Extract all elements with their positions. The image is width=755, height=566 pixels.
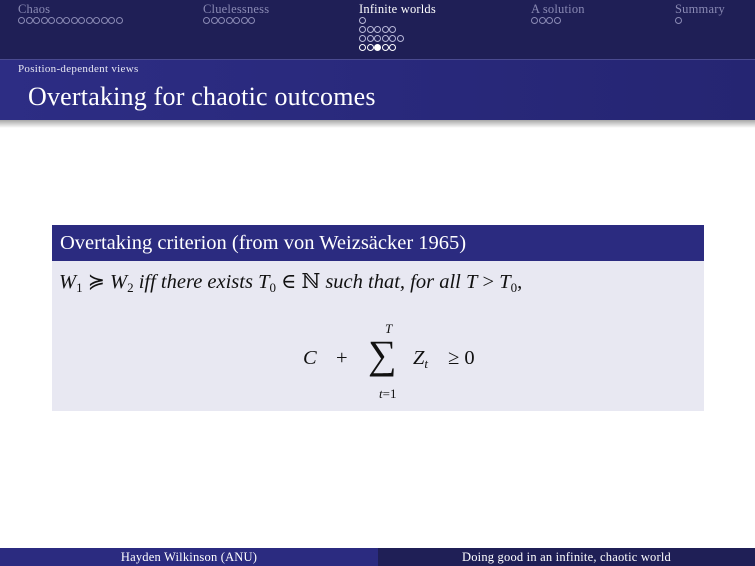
display-formula: C + T ∑ t=1 Zt ≥ 0 bbox=[303, 317, 503, 407]
t0: T bbox=[499, 271, 511, 293]
slide-dot-icon[interactable] bbox=[359, 17, 366, 24]
slide-dot-icon[interactable] bbox=[100, 17, 108, 24]
statement-text: such that, for all bbox=[320, 271, 466, 293]
nav-section-title[interactable]: A solution bbox=[531, 2, 585, 16]
slide-dot-icon[interactable] bbox=[389, 35, 396, 42]
slide-dot-icon[interactable] bbox=[389, 26, 396, 33]
slide-dot-icon[interactable] bbox=[18, 17, 25, 24]
slide-dot-icon[interactable] bbox=[389, 44, 396, 51]
formula-z: Zt bbox=[413, 347, 428, 370]
nav-section-title[interactable]: Infinite worlds bbox=[359, 2, 436, 16]
slide-dot-icon[interactable] bbox=[248, 17, 255, 24]
definition-block: Overtaking criterion (from von Weizsäcke… bbox=[52, 225, 704, 411]
slide-dot-icon[interactable] bbox=[359, 35, 366, 42]
nav-section-chaos[interactable]: Chaos bbox=[18, 2, 123, 25]
nav-dots-row bbox=[18, 16, 123, 25]
slide-dot-icon[interactable] bbox=[115, 17, 123, 24]
block-title: Overtaking criterion (from von Weizsäcke… bbox=[52, 225, 704, 261]
w2: W bbox=[110, 271, 128, 293]
nav-dots-row bbox=[359, 34, 436, 43]
frame-title: Overtaking for chaotic outcomes bbox=[28, 82, 376, 111]
frame-title-bar: Position-dependent views Overtaking for … bbox=[0, 60, 755, 120]
naturals-symbol: ℕ bbox=[301, 271, 321, 293]
slide-dot-icon[interactable] bbox=[108, 17, 115, 24]
slide-dot-icon[interactable] bbox=[55, 17, 63, 24]
comma: , bbox=[517, 271, 523, 293]
slide-dot-icon[interactable] bbox=[675, 17, 682, 24]
criterion-statement: W1 ≽ W2 iff there exists T0 ∈ ℕ such tha… bbox=[59, 269, 522, 294]
nav-dots-row bbox=[359, 43, 436, 52]
slide-dot-icon[interactable] bbox=[48, 17, 55, 24]
slide-dot-icon[interactable] bbox=[85, 17, 93, 24]
slide-dot-icon[interactable] bbox=[203, 17, 210, 24]
slide-dot-icon[interactable] bbox=[374, 35, 381, 42]
slide-dot-icon[interactable] bbox=[531, 17, 538, 24]
slide-dot-icon[interactable] bbox=[33, 17, 40, 24]
slide-dot-icon[interactable] bbox=[233, 17, 240, 24]
slide-dot-icon[interactable] bbox=[381, 35, 389, 42]
slide-dot-icon[interactable] bbox=[396, 35, 404, 42]
slide-dot-icon[interactable] bbox=[25, 17, 33, 24]
slide-dot-icon[interactable] bbox=[553, 17, 561, 24]
formula-plus: + bbox=[336, 347, 348, 369]
nav-section-title[interactable]: Cluelessness bbox=[203, 2, 269, 16]
section-navigation-bar: Chaos Cluelessness Infinite worlds A sol… bbox=[0, 0, 755, 60]
nav-dots-row bbox=[203, 16, 269, 25]
slide-dot-icon[interactable] bbox=[78, 17, 85, 24]
slide-dot-icon[interactable] bbox=[359, 26, 366, 33]
slide-dot-icon[interactable] bbox=[366, 35, 374, 42]
slide-dot-icon[interactable] bbox=[70, 17, 78, 24]
slide-dot-icon[interactable] bbox=[93, 17, 100, 24]
title-shadow bbox=[0, 120, 755, 128]
summation-symbol: ∑ bbox=[368, 332, 397, 377]
formula-c: C bbox=[303, 347, 317, 369]
current-slide-dot-icon[interactable] bbox=[374, 44, 381, 51]
slide-dot-icon[interactable] bbox=[366, 26, 374, 33]
lower-rest: =1 bbox=[382, 386, 397, 401]
t0: T bbox=[258, 271, 270, 293]
t-var: T bbox=[465, 271, 478, 293]
nav-dots-row bbox=[531, 16, 585, 25]
nav-section-title[interactable]: Chaos bbox=[18, 2, 123, 16]
nav-section-a-solution[interactable]: A solution bbox=[531, 2, 585, 25]
slide-dot-icon[interactable] bbox=[240, 17, 248, 24]
nav-dots-row bbox=[359, 25, 436, 34]
slide-dot-icon[interactable] bbox=[225, 17, 233, 24]
slide-dot-icon[interactable] bbox=[40, 17, 48, 24]
slide-dot-icon[interactable] bbox=[538, 17, 546, 24]
slide-dot-icon[interactable] bbox=[381, 44, 389, 51]
nav-section-infinite-worlds[interactable]: Infinite worlds bbox=[359, 2, 436, 52]
w1: W bbox=[59, 271, 77, 293]
footer-talk-title: Doing good in an infinite, chaotic world bbox=[378, 548, 755, 566]
greater-than: > bbox=[477, 271, 500, 293]
slide-dot-icon[interactable] bbox=[374, 26, 381, 33]
block-body: W1 ≽ W2 iff there exists T0 ∈ ℕ such tha… bbox=[52, 261, 704, 411]
footer-author: Hayden Wilkinson (ANU) bbox=[0, 548, 378, 566]
statement-text: iff there exists bbox=[133, 271, 259, 293]
nav-dots-row bbox=[359, 16, 436, 25]
z-var: Z bbox=[413, 347, 425, 369]
element-of: ∈ bbox=[276, 271, 302, 293]
nav-section-summary[interactable]: Summary bbox=[675, 2, 725, 25]
slide-dot-icon[interactable] bbox=[359, 44, 366, 51]
nav-section-cluelessness[interactable]: Cluelessness bbox=[203, 2, 269, 25]
slide-dot-icon[interactable] bbox=[63, 17, 70, 24]
slide-dot-icon[interactable] bbox=[210, 17, 218, 24]
sum-lower-limit: t=1 bbox=[379, 386, 396, 402]
z-subscript: t bbox=[424, 356, 429, 371]
slide-dot-icon[interactable] bbox=[381, 26, 389, 33]
slide-dot-icon[interactable] bbox=[546, 17, 553, 24]
succeq-relation: ≽ bbox=[82, 271, 111, 293]
nav-dots-row bbox=[675, 16, 725, 25]
formula-geq-zero: ≥ 0 bbox=[448, 347, 475, 369]
nav-section-title[interactable]: Summary bbox=[675, 2, 725, 16]
subsection-label: Position-dependent views bbox=[18, 63, 139, 75]
slide-dot-icon[interactable] bbox=[218, 17, 225, 24]
slide-dot-icon[interactable] bbox=[366, 44, 374, 51]
